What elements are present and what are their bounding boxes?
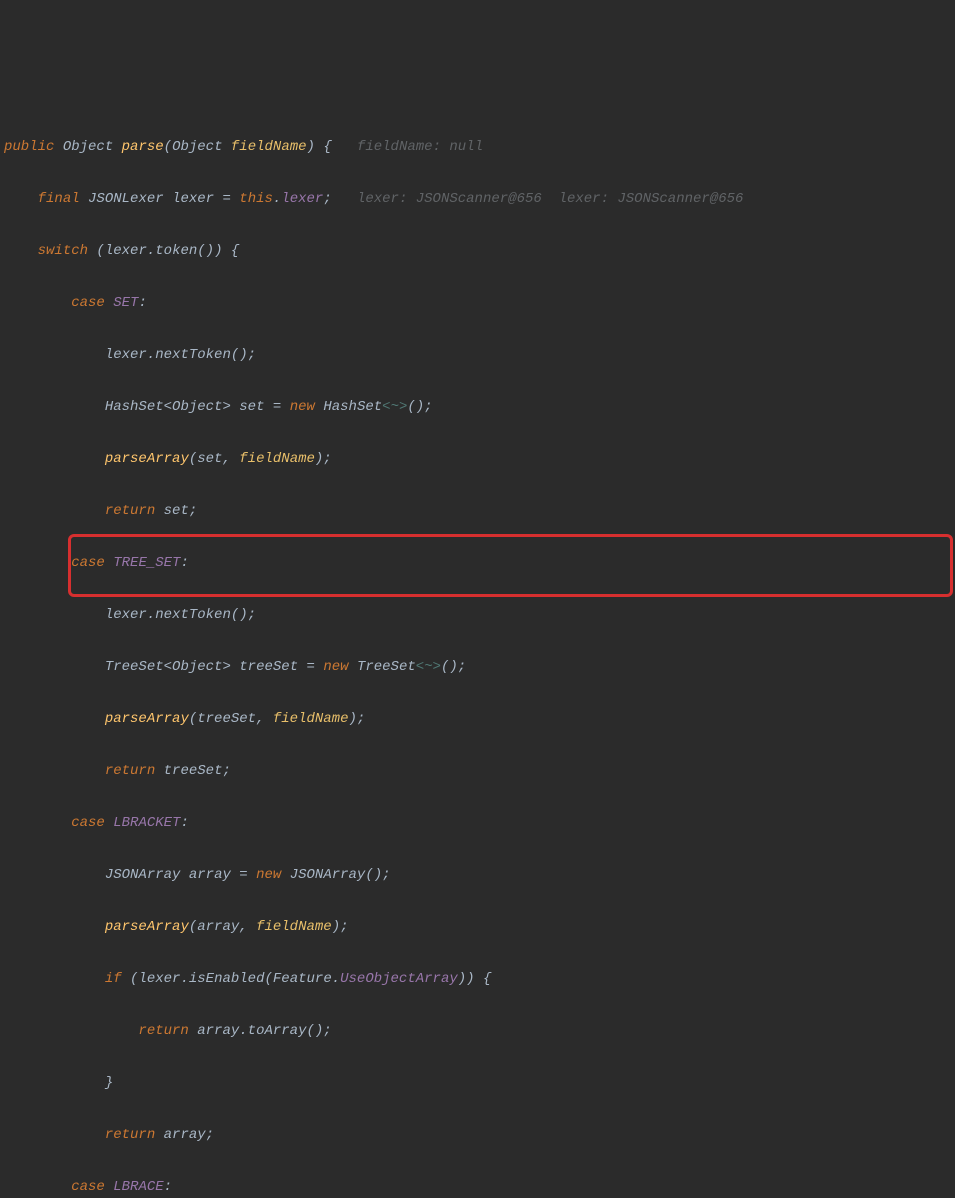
inline-hint: lexer: JSONScanner@656 lexer: JSONScanne… (357, 191, 743, 207)
variable: array (164, 1127, 206, 1143)
keyword-new: new (256, 867, 281, 883)
keyword-new: new (323, 659, 348, 675)
keyword-switch: switch (38, 243, 88, 259)
code-line: final JSONLexer lexer = this.lexer; lexe… (0, 186, 955, 212)
variable: array (197, 1023, 239, 1039)
keyword-if: if (105, 971, 122, 987)
code-line: TreeSet<Object> treeSet = new TreeSet<~>… (0, 654, 955, 680)
arg: fieldName (256, 919, 332, 935)
keyword-this: this (239, 191, 273, 207)
enum-constant: TREE_SET (113, 555, 180, 571)
keyword-return: return (105, 503, 155, 519)
variable: array (189, 867, 231, 883)
generic-type: Object (172, 399, 222, 415)
code-line: parseArray(set, fieldName); (0, 446, 955, 472)
variable: treeSet (164, 763, 223, 779)
param-type: Object (172, 139, 222, 155)
variable: lexer (105, 347, 147, 363)
code-line: lexer.nextToken(); (0, 602, 955, 628)
code-line: } (0, 1070, 955, 1096)
keyword-public: public (4, 139, 54, 155)
arg: treeSet (197, 711, 256, 727)
arg: fieldName (273, 711, 349, 727)
type-name: HashSet (105, 399, 164, 415)
param-name: fieldName (231, 139, 307, 155)
code-line: case LBRACKET: (0, 810, 955, 836)
type-name: JSONLexer (88, 191, 164, 207)
type-name: TreeSet (105, 659, 164, 675)
code-line: JSONArray array = new JSONArray(); (0, 862, 955, 888)
brace: } (105, 1075, 113, 1091)
variable: lexer (172, 191, 214, 207)
keyword-return: return (105, 763, 155, 779)
keyword-new: new (290, 399, 315, 415)
keyword-return: return (105, 1127, 155, 1143)
code-line: return array; (0, 1122, 955, 1148)
variable: set (164, 503, 189, 519)
keyword-case: case (71, 1179, 105, 1195)
code-line: return treeSet; (0, 758, 955, 784)
class-ref: Feature (273, 971, 332, 987)
variable: lexer (105, 607, 147, 623)
property: lexer (281, 191, 323, 207)
keyword-case: case (71, 295, 105, 311)
method-call: nextToken (155, 607, 231, 623)
keyword-case: case (71, 815, 105, 831)
code-line: parseArray(array, fieldName); (0, 914, 955, 940)
diamond-op: <~> (382, 399, 407, 415)
code-line: switch (lexer.token()) { (0, 238, 955, 264)
code-editor[interactable]: public Object parse(Object fieldName) { … (0, 108, 955, 1198)
inline-hint: fieldName: null (357, 139, 483, 155)
code-line: case TREE_SET: (0, 550, 955, 576)
code-line: HashSet<Object> set = new HashSet<~>(); (0, 394, 955, 420)
code-line: if (lexer.isEnabled(Feature.UseObjectArr… (0, 966, 955, 992)
enum-constant: LBRACKET (113, 815, 180, 831)
generic-type: Object (172, 659, 222, 675)
variable: lexer (138, 971, 180, 987)
method-call: parseArray (105, 451, 189, 467)
code-line: case LBRACE: (0, 1174, 955, 1198)
code-line: return array.toArray(); (0, 1018, 955, 1044)
method-call: isEnabled (189, 971, 265, 987)
code-line: case SET: (0, 290, 955, 316)
arg: fieldName (239, 451, 315, 467)
code-line: return set; (0, 498, 955, 524)
constructor: HashSet (323, 399, 382, 415)
type-name: JSONArray (105, 867, 181, 883)
code-line: lexer.nextToken(); (0, 342, 955, 368)
arg: set (197, 451, 222, 467)
enum-constant: LBRACE (113, 1179, 163, 1195)
method-call: parseArray (105, 711, 189, 727)
code-line: parseArray(treeSet, fieldName); (0, 706, 955, 732)
keyword-return: return (138, 1023, 188, 1039)
method-call: parseArray (105, 919, 189, 935)
return-type: Object (63, 139, 113, 155)
keyword-case: case (71, 555, 105, 571)
constructor: TreeSet (357, 659, 416, 675)
method-call: toArray (248, 1023, 307, 1039)
enum-constant: SET (113, 295, 138, 311)
method-call: token (155, 243, 197, 259)
diamond-op: <~> (416, 659, 441, 675)
method-name: parse (122, 139, 164, 155)
arg: array (197, 919, 239, 935)
method-call: nextToken (155, 347, 231, 363)
constructor: JSONArray (290, 867, 366, 883)
code-line: public Object parse(Object fieldName) { … (0, 134, 955, 160)
enum-constant: UseObjectArray (340, 971, 458, 987)
variable: treeSet (239, 659, 298, 675)
variable: set (239, 399, 264, 415)
keyword-final: final (38, 191, 80, 207)
variable: lexer (105, 243, 147, 259)
